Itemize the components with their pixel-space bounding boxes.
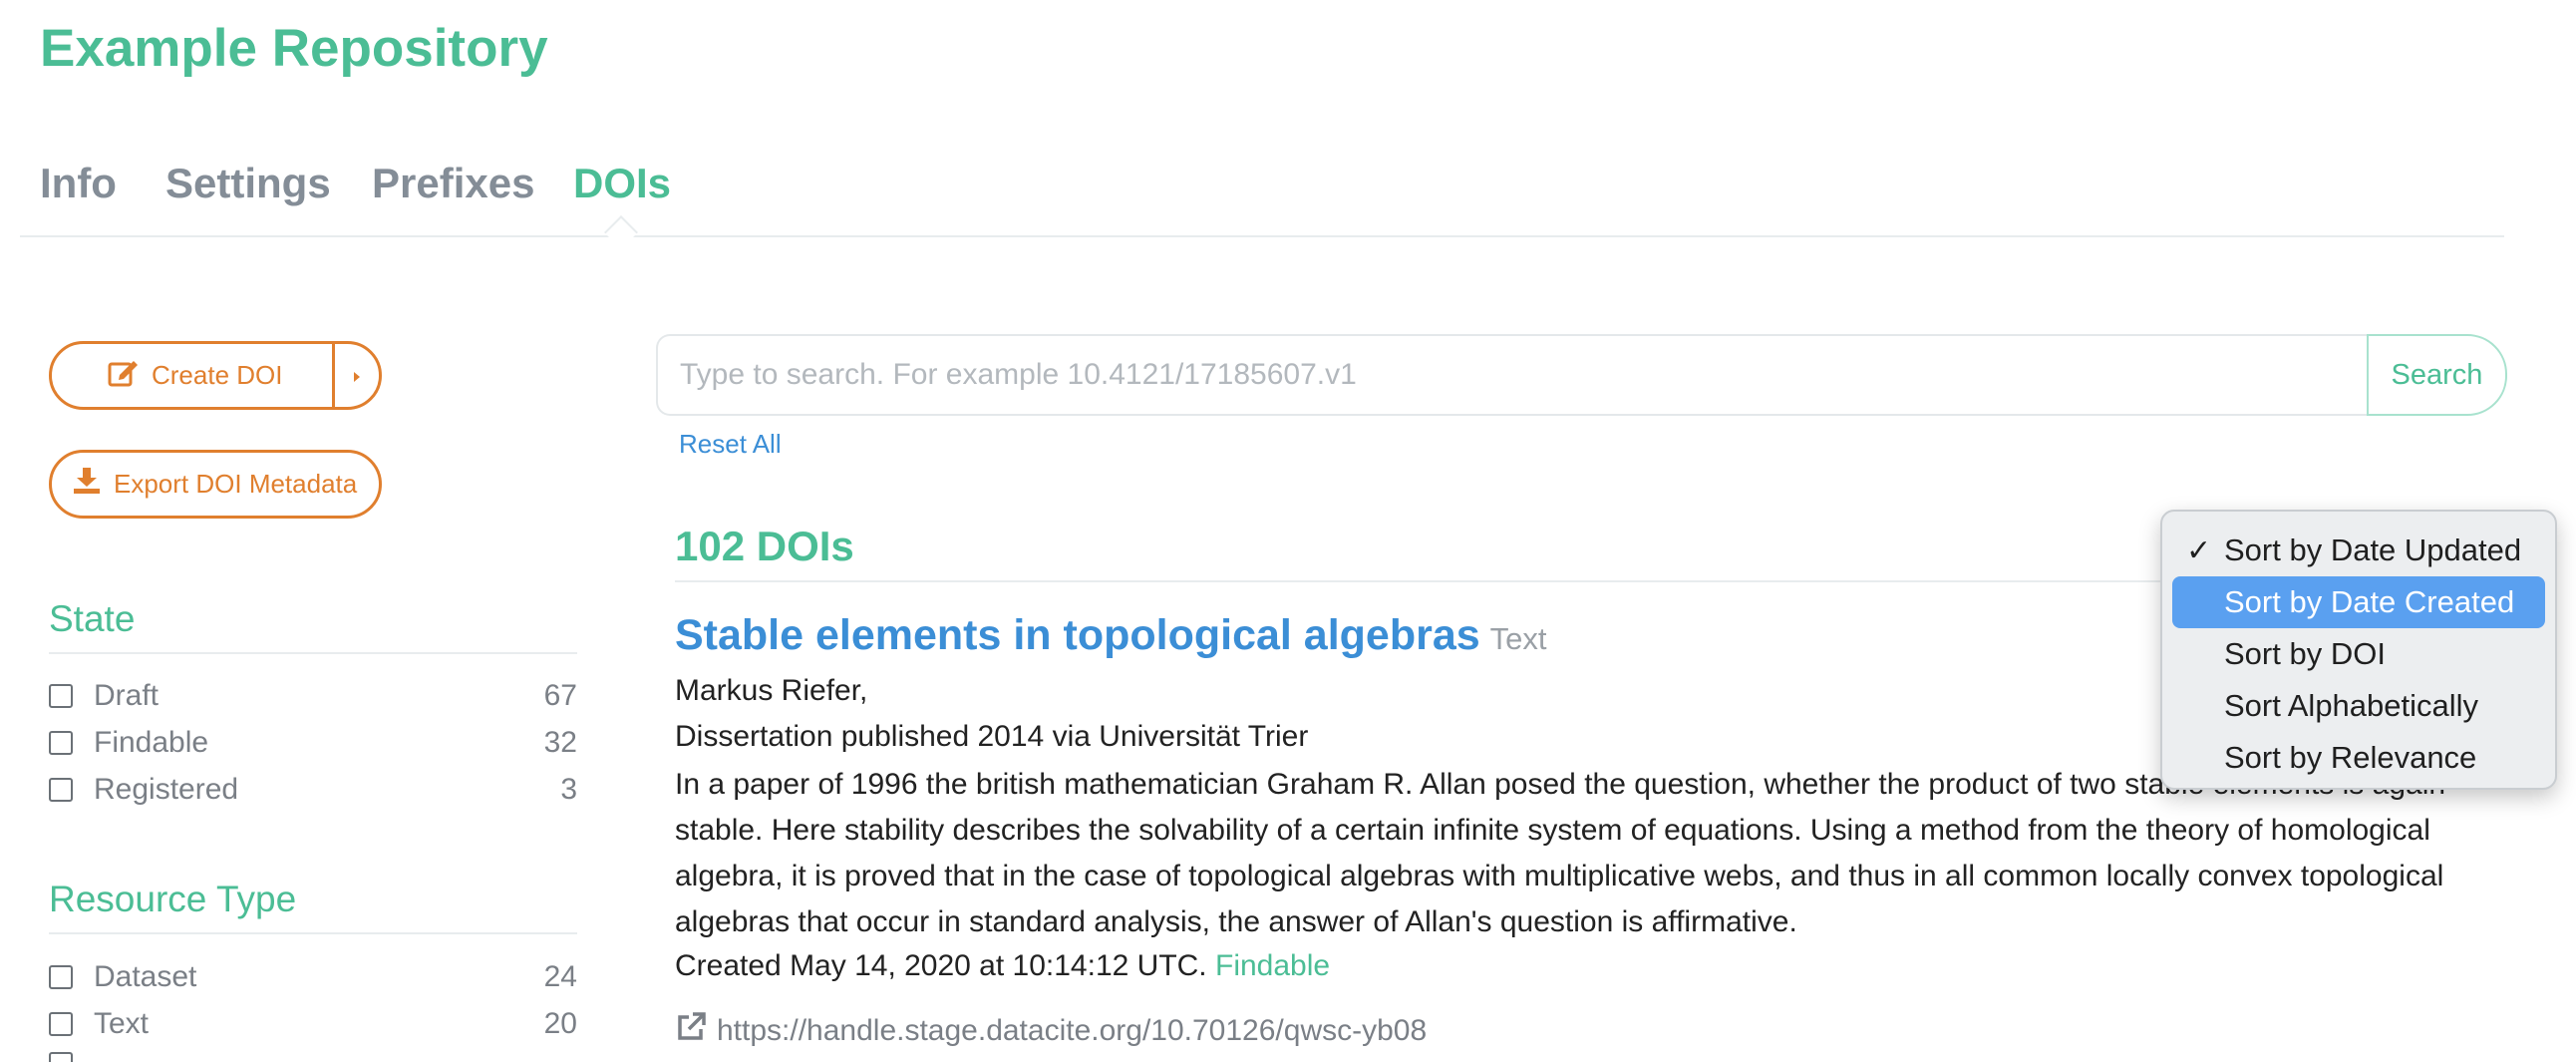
result-url-link[interactable]: https://handle.stage.datacite.org/10.701… [717,1014,1427,1048]
results-count: 102 DOIs [675,523,854,569]
checkbox[interactable] [49,684,73,708]
sort-dropdown-menu: ✓ Sort by Date Updated Sort by Date Crea… [2160,510,2557,790]
checkbox[interactable] [49,778,73,802]
facet-item-label: Registered [94,773,239,806]
facet-item-label: Draft [94,679,160,712]
facet-item-count: 3 [560,773,577,806]
tab-dois[interactable]: DOIs [573,160,671,207]
result-created-text: Created May 14, 2020 at 10:14:12 UTC. [675,949,1207,982]
facet-item-count: 32 [543,726,577,759]
checkbox[interactable] [49,1052,73,1062]
sort-option-label: Sort by Date Updated [2224,532,2522,567]
result-type: Text [1489,621,1547,656]
facet-item-label: Text [94,1007,150,1040]
checkbox[interactable] [49,965,73,989]
facet-item-findable[interactable]: Findable 32 [49,721,577,765]
result-title-link[interactable]: Stable elements in topological algebras [675,611,1480,659]
create-doi-dropdown-toggle[interactable] [335,344,379,407]
download-icon [72,466,102,503]
result-publication: Dissertation published 2014 via Universi… [675,720,1309,753]
sort-option-doi[interactable]: Sort by DOI [2172,628,2545,680]
sort-option-label: Sort by Date Created [2224,584,2515,619]
result-title: Stable elements in topological algebras T… [675,611,1547,660]
tab-divider [20,235,2504,237]
edit-icon [108,357,140,394]
create-doi-button-group: Create DOI [49,341,382,410]
sort-option-relevance[interactable]: Sort by Relevance [2172,732,2545,784]
export-doi-metadata-button[interactable]: Export DOI Metadata [49,450,382,519]
facet-resource-type-divider [49,932,577,934]
facet-state-divider [49,652,577,654]
tab-settings[interactable]: Settings [165,160,331,207]
result-status: Findable [1215,949,1331,982]
facet-item-dataset[interactable]: Dataset 24 [49,955,577,999]
facet-item-registered[interactable]: Registered 3 [49,768,577,812]
search-button[interactable]: Search [2367,334,2507,416]
reset-all-link[interactable]: Reset All [679,429,782,460]
result-creators: Markus Riefer, [675,674,868,707]
checkmark-icon: ✓ [2186,533,2212,567]
sort-option-label: Sort by Relevance [2224,740,2477,775]
facet-item-count: 20 [543,1007,577,1040]
active-tab-indicator [604,215,638,249]
facet-item-label: Findable [94,726,209,759]
facet-item-label: Dataset [94,960,197,993]
facet-item-count: 24 [543,960,577,993]
facet-item-count: 67 [543,679,577,712]
sort-option-label: Sort Alphabetically [2224,688,2479,723]
repository-title: Example Repository [40,19,548,78]
search-input[interactable]: Type to search. For example 10.4121/1718… [656,334,2368,416]
create-doi-button[interactable]: Create DOI [52,344,335,407]
facet-item-text[interactable]: Text 20 [49,1002,577,1046]
sort-option-date-updated[interactable]: ✓ Sort by Date Updated [2172,525,2545,576]
caret-right-icon [352,360,362,391]
tab-prefixes[interactable]: Prefixes [372,160,534,207]
checkbox[interactable] [49,731,73,755]
external-link-icon [675,1011,707,1051]
facet-item-draft[interactable]: Draft 67 [49,674,577,718]
result-url-row: https://handle.stage.datacite.org/10.701… [675,1011,1427,1051]
create-doi-label: Create DOI [152,360,283,390]
sort-option-label: Sort by DOI [2224,636,2386,671]
sort-option-alphabetically[interactable]: Sort Alphabetically [2172,680,2545,732]
facet-state-title: State [49,598,136,639]
checkbox[interactable] [49,1012,73,1036]
sort-option-date-created[interactable]: Sort by Date Created [2172,576,2545,628]
tab-info[interactable]: Info [40,160,117,207]
result-created: Created May 14, 2020 at 10:14:12 UTC. Fi… [675,949,1330,983]
export-doi-metadata-label: Export DOI Metadata [114,469,358,499]
facet-resource-type-title: Resource Type [49,879,297,919]
